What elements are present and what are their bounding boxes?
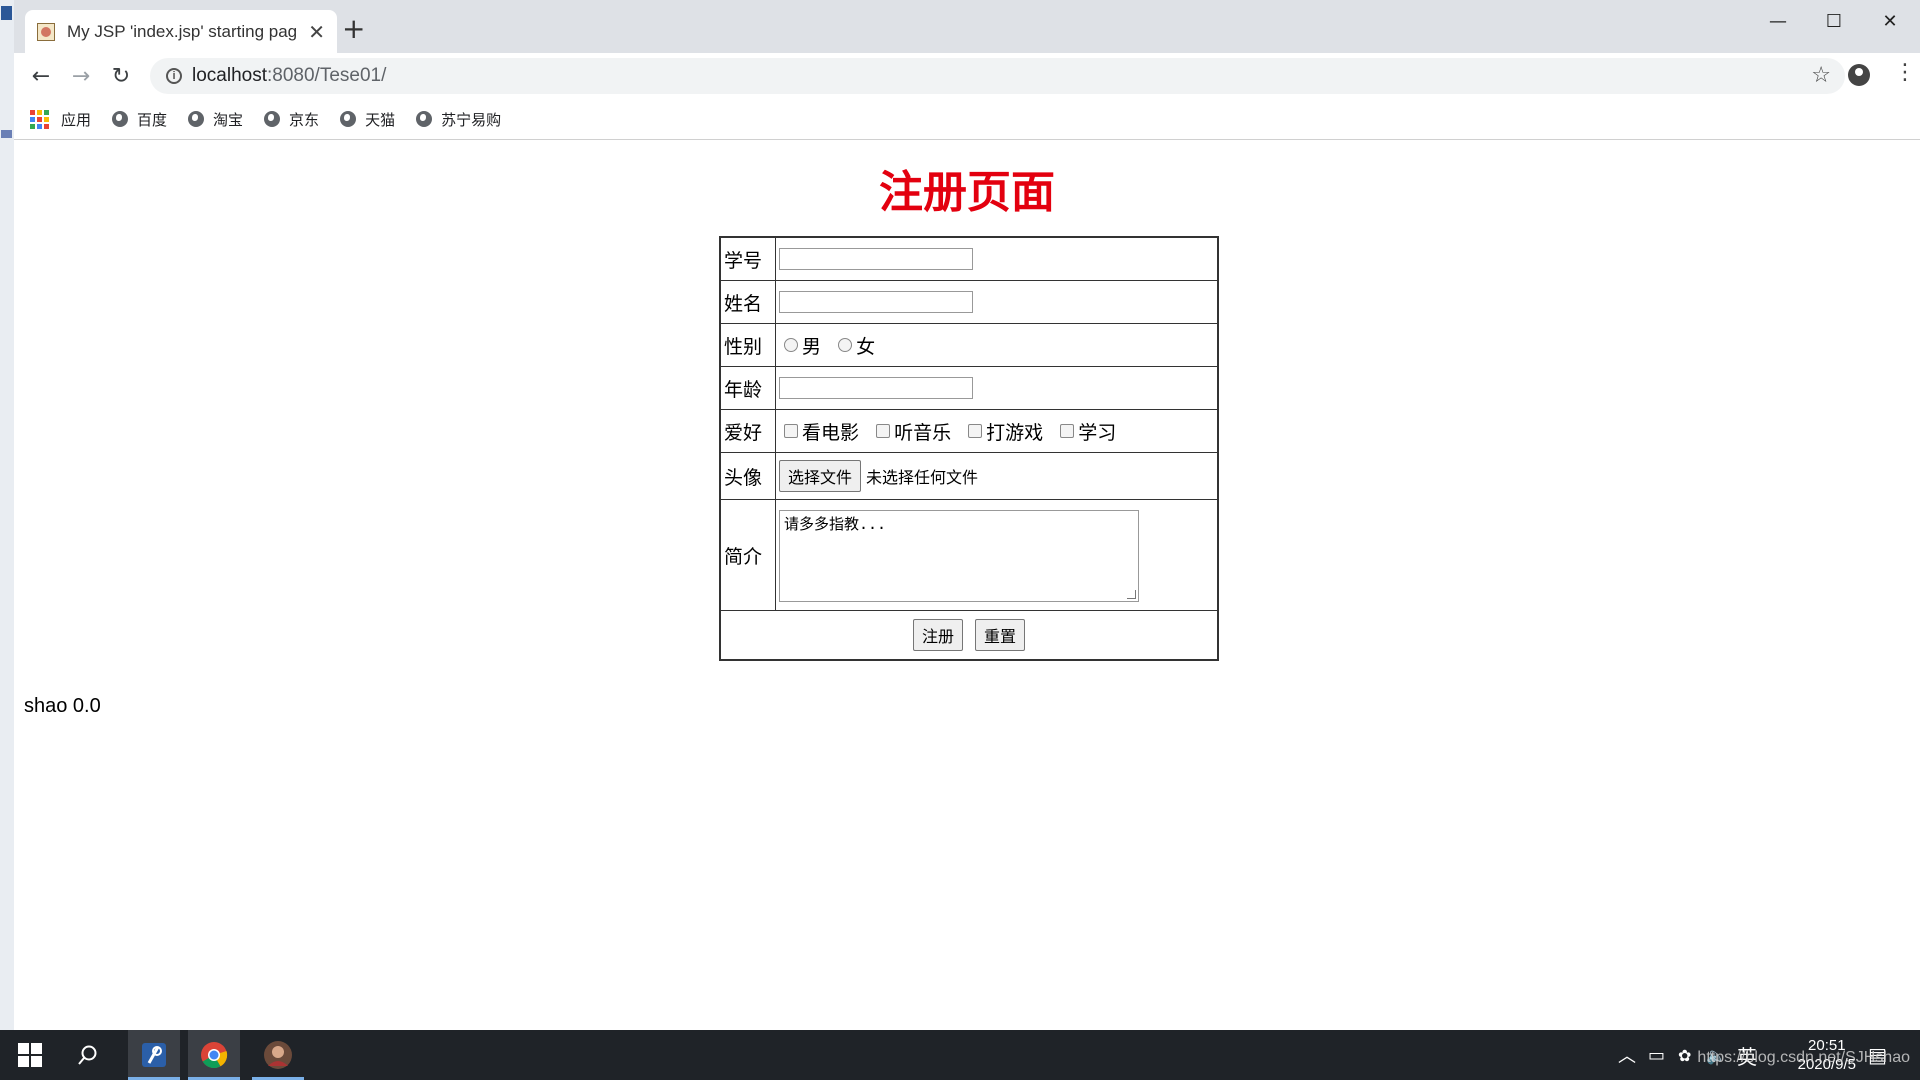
bookmark-label: 京东	[289, 110, 320, 129]
battery-icon[interactable]: ▭	[1648, 1030, 1665, 1080]
globe-icon	[188, 111, 205, 127]
colorful-app-tray-icon[interactable]: ✿	[1678, 1030, 1691, 1080]
hobby-label: 爱好	[719, 409, 776, 453]
background-window-icon	[1, 130, 12, 138]
hobby-study-checkbox[interactable]	[1060, 424, 1075, 438]
back-arrow-icon[interactable]: ←	[27, 62, 55, 90]
hobby-music-checkbox[interactable]	[876, 424, 891, 438]
bookmark-label: 苏宁易购	[441, 110, 502, 129]
minimize-icon[interactable]: —	[1758, 8, 1798, 34]
bookmarks-bar: 应用 百度 淘宝 京东 天猫 苏宁易购	[14, 99, 1920, 140]
bookmark-jd[interactable]: 京东	[264, 109, 319, 130]
bookmark-label: 天猫	[365, 110, 396, 129]
url-path: :8080/Tese01/	[267, 65, 387, 86]
tray-expand-icon[interactable]: ︿	[1618, 1030, 1636, 1080]
choose-file-button[interactable]: 选择文件	[779, 460, 862, 492]
menu-kebab-icon[interactable]: ⋮	[1894, 60, 1916, 85]
gender-male-radio[interactable]	[784, 338, 798, 352]
footer-text: shao 0.0	[24, 695, 101, 717]
intro-label: 简介	[719, 499, 776, 611]
age-input[interactable]	[779, 377, 973, 399]
bookmark-baidu[interactable]: 百度	[112, 109, 167, 130]
name-input[interactable]	[779, 291, 973, 313]
avatar-label: 头像	[719, 452, 776, 500]
gender-label: 性别	[719, 323, 776, 367]
maximize-icon[interactable]: ☐	[1814, 8, 1854, 34]
apps-grid-icon	[30, 109, 49, 129]
site-info-icon[interactable]: i	[166, 68, 182, 84]
forward-arrow-icon[interactable]: →	[67, 62, 95, 90]
page-title: 注册页面	[879, 167, 1055, 218]
gender-female-label: 女	[856, 335, 876, 358]
form-row-hobby: 爱好 看电影 听音乐 打游戏 学习	[719, 409, 1219, 453]
gender-female-radio[interactable]	[838, 338, 853, 352]
bookmark-label: 应用	[61, 110, 92, 129]
hobby-study-label: 学习	[1078, 421, 1117, 444]
taskbar-eclipse[interactable]	[128, 1030, 180, 1080]
form-row-avatar: 头像 选择文件 未选择任何文件	[719, 452, 1219, 500]
registration-form: 学号 姓名 性别 男 女 年龄 爱好 看电影 听音乐 打游戏 学习 头像 选择文…	[719, 236, 1219, 661]
globe-icon	[112, 111, 129, 127]
form-row-intro: 简介 请多多指教...	[719, 499, 1219, 611]
taskbar-chrome[interactable]	[188, 1030, 240, 1080]
bookmark-star-icon[interactable]: ☆	[1811, 63, 1831, 88]
url-host: localhost	[192, 65, 267, 86]
browser-tab[interactable]: My JSP 'index.jsp' starting pag ✕	[25, 10, 337, 53]
reset-button[interactable]: 重置	[975, 619, 1026, 651]
background-window-icon	[1, 6, 12, 20]
bookmark-taobao[interactable]: 淘宝	[188, 109, 243, 130]
new-tab-icon[interactable]: +	[342, 15, 365, 43]
browser-toolbar: ← → ↻ i localhost:8080/Tese01/ ☆	[14, 53, 1920, 99]
bookmark-label: 淘宝	[213, 110, 244, 129]
hobby-movie-label: 看电影	[802, 421, 860, 444]
chrome-icon	[201, 1042, 228, 1069]
form-row-student-id: 学号	[719, 236, 1219, 281]
taskbar: ︿ ▭ ✿ 🔈 英 20:51 2020/9/5 ▤ https://blog.…	[0, 1030, 1920, 1080]
page-content: 注册页面 学号 姓名 性别 男 女 年龄 爱好 看电影 听音乐 打游戏 学习 头…	[14, 140, 1920, 1030]
user-avatar-app-icon	[264, 1041, 292, 1069]
age-label: 年龄	[719, 366, 776, 410]
form-row-age: 年龄	[719, 366, 1219, 410]
file-status-text: 未选择任何文件	[866, 468, 979, 487]
eclipse-app-icon	[142, 1043, 166, 1067]
background-window-edge	[0, 0, 15, 1030]
globe-icon	[340, 111, 357, 127]
student-id-input[interactable]	[779, 248, 973, 270]
page-favicon-icon	[37, 22, 55, 41]
form-row-gender: 性别 男 女	[719, 323, 1219, 367]
tab-title: My JSP 'index.jsp' starting pag	[67, 21, 298, 41]
student-id-label: 学号	[719, 236, 776, 281]
reload-icon[interactable]: ↻	[107, 62, 135, 90]
bookmark-tmall[interactable]: 天猫	[340, 109, 395, 130]
address-bar[interactable]: i localhost:8080/Tese01/ ☆	[150, 58, 1845, 94]
windows-logo-icon	[18, 1043, 42, 1067]
form-row-name: 姓名	[719, 280, 1219, 324]
search-icon	[78, 1045, 97, 1065]
bookmark-label: 百度	[137, 110, 168, 129]
tab-strip: My JSP 'index.jsp' starting pag ✕ + — ☐ …	[14, 0, 1920, 53]
hobby-games-label: 打游戏	[986, 421, 1044, 444]
gender-male-label: 男	[802, 335, 822, 358]
window-close-icon[interactable]: ✕	[1870, 8, 1910, 34]
tab-close-icon[interactable]: ✕	[308, 22, 325, 42]
name-label: 姓名	[719, 280, 776, 324]
search-button[interactable]	[62, 1030, 114, 1080]
taskbar-avatar-app[interactable]	[252, 1030, 304, 1080]
start-button[interactable]	[4, 1030, 56, 1080]
csdn-watermark: https://blog.csdn.net/SJHshao	[1697, 1049, 1910, 1066]
hobby-movie-checkbox[interactable]	[784, 424, 798, 438]
url-text[interactable]: localhost:8080/Tese01/	[192, 65, 386, 87]
form-row-actions: 注册 重置	[719, 610, 1219, 661]
intro-textarea[interactable]: 请多多指教...	[779, 510, 1139, 602]
bookmark-suning[interactable]: 苏宁易购	[416, 109, 501, 130]
bookmark-apps[interactable]: 应用	[30, 109, 91, 130]
hobby-games-checkbox[interactable]	[968, 424, 983, 438]
globe-icon	[416, 111, 433, 127]
account-icon[interactable]	[1848, 64, 1870, 86]
register-button[interactable]: 注册	[912, 619, 963, 651]
browser-chrome: My JSP 'index.jsp' starting pag ✕ + — ☐ …	[14, 0, 1920, 140]
hobby-music-label: 听音乐	[894, 421, 952, 444]
globe-icon	[264, 111, 281, 127]
